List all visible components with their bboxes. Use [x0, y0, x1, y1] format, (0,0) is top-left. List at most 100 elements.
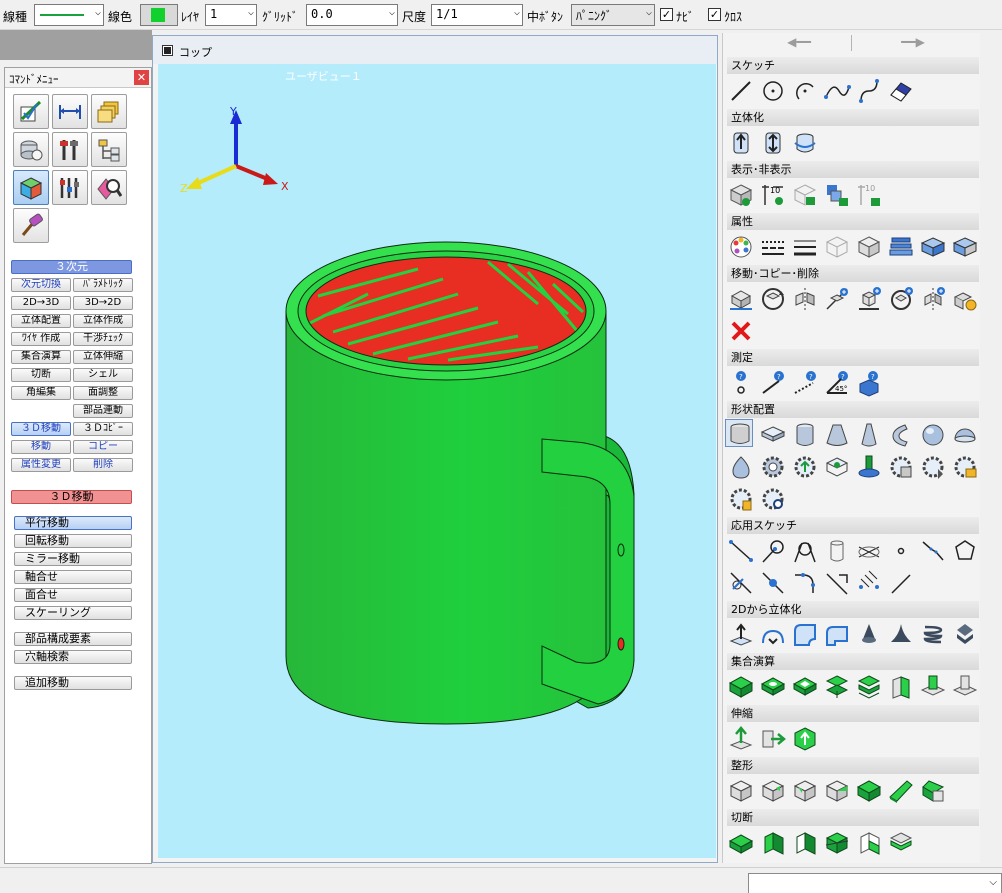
- nabi-checkbox[interactable]: ✓: [660, 8, 673, 21]
- cmd-3d-copy[interactable]: ３Ｄｺﾋﾟｰ: [73, 422, 133, 436]
- shape-slab-icon[interactable]: [887, 777, 915, 805]
- mirror-3d-icon[interactable]: [791, 285, 819, 313]
- adv-fillet-icon[interactable]: [791, 569, 819, 597]
- cmd-solid-stretch[interactable]: 立体伸縮: [73, 350, 133, 364]
- toolset-icon[interactable]: [52, 170, 88, 205]
- tools-icon[interactable]: [52, 132, 88, 167]
- hemisphere-shape-icon[interactable]: [951, 421, 979, 449]
- paint-roller-icon[interactable]: [13, 208, 49, 243]
- cut-slice-icon[interactable]: [887, 829, 915, 857]
- measure-volume-icon[interactable]: ?: [855, 369, 883, 397]
- face-align-icon[interactable]: [855, 285, 883, 313]
- cmd-face-adjust[interactable]: 面調整: [73, 386, 133, 400]
- cmd-solid-create[interactable]: 立体作成: [73, 314, 133, 328]
- adv-polygon-icon[interactable]: [951, 537, 979, 565]
- cmd-solid-place[interactable]: 立体配置: [11, 314, 71, 328]
- cmd-part-link[interactable]: 部品連動: [73, 404, 133, 418]
- shape-pocket-icon[interactable]: [919, 777, 947, 805]
- gear-green-icon[interactable]: [791, 453, 819, 481]
- cmd-cut[interactable]: 切断: [11, 368, 71, 382]
- cross-checkbox[interactable]: ✓: [708, 8, 721, 21]
- move-rotate[interactable]: 回転移動: [14, 534, 132, 548]
- delete-x-icon[interactable]: [727, 317, 755, 345]
- revolve-2d-icon[interactable]: [759, 621, 787, 649]
- arc-tool-icon[interactable]: [791, 77, 819, 105]
- revolve-icon[interactable]: [791, 129, 819, 157]
- stretch-side-icon[interactable]: [759, 725, 787, 753]
- boss-shape-icon[interactable]: [855, 453, 883, 481]
- section-3d-move-header[interactable]: ３Ｄ移動: [11, 490, 132, 504]
- grid-select[interactable]: 0.0 ⌵: [306, 4, 398, 26]
- extrude-both-icon[interactable]: [759, 129, 787, 157]
- solid-3d-icon[interactable]: [13, 170, 49, 205]
- eraser-icon[interactable]: [887, 77, 915, 105]
- torus-part-icon[interactable]: [887, 421, 915, 449]
- adv-intersect-icon[interactable]: [855, 537, 883, 565]
- move-parallel[interactable]: 平行移動: [14, 516, 132, 530]
- boolean-fillet-icon[interactable]: [919, 673, 947, 701]
- adv-cylinder-outline-icon[interactable]: [823, 537, 851, 565]
- axis-align-icon[interactable]: [823, 285, 851, 313]
- line-tool-icon[interactable]: [727, 77, 755, 105]
- cut-wire-icon[interactable]: [855, 829, 883, 857]
- cmd-boolean[interactable]: 集合演算: [11, 350, 71, 364]
- cut-outline-icon[interactable]: [791, 829, 819, 857]
- cylinder-tall-icon[interactable]: [791, 421, 819, 449]
- shape-face-green-icon[interactable]: [855, 777, 883, 805]
- line-type-icon[interactable]: [759, 233, 787, 261]
- measure-distance-icon[interactable]: ?: [791, 369, 819, 397]
- hole-shape-icon[interactable]: [823, 453, 851, 481]
- cmd-attribute-change[interactable]: 属性変更: [11, 458, 71, 472]
- cmd-interference-check[interactable]: 干渉ﾁｪｯｸ: [73, 332, 133, 346]
- circle-tool-icon[interactable]: [759, 77, 787, 105]
- 3d-viewport-canvas[interactable]: ユーザビュー１ Y X Z: [158, 64, 716, 858]
- move-scaling[interactable]: スケーリング: [14, 606, 132, 620]
- gear-search-icon[interactable]: [759, 485, 787, 513]
- line-weight-icon[interactable]: [791, 233, 819, 261]
- boolean-subtract-icon[interactable]: [759, 673, 787, 701]
- scale-select[interactable]: 1/1 ⌵: [431, 4, 523, 26]
- layers-tool-icon[interactable]: [91, 94, 127, 129]
- cut-plane-icon[interactable]: [727, 829, 755, 857]
- cmd-corner-edit[interactable]: 角編集: [11, 386, 71, 400]
- adv-point-icon[interactable]: [887, 537, 915, 565]
- gear-down-icon[interactable]: [919, 453, 947, 481]
- cone-2d-icon[interactable]: [855, 621, 883, 649]
- measure-point-icon[interactable]: ?: [727, 369, 755, 397]
- curve-tool-icon[interactable]: [823, 77, 851, 105]
- wireframe-icon[interactable]: [823, 233, 851, 261]
- cmd-shell[interactable]: シェル: [73, 368, 133, 382]
- move-mirror[interactable]: ミラー移動: [14, 552, 132, 566]
- dimension-tool-icon[interactable]: [52, 94, 88, 129]
- tree-structure-icon[interactable]: [91, 132, 127, 167]
- adv-split-icon[interactable]: [759, 569, 787, 597]
- gear-file-icon[interactable]: [727, 485, 755, 513]
- adv-line-icon[interactable]: [727, 537, 755, 565]
- mirror-copy-icon[interactable]: [919, 285, 947, 313]
- boolean-remove-icon[interactable]: [951, 673, 979, 701]
- section-3d-header[interactable]: ３次元: [11, 260, 132, 274]
- egg-shape-icon[interactable]: [727, 453, 755, 481]
- rotate-copy-icon[interactable]: [887, 285, 915, 313]
- spike-2d-icon[interactable]: [887, 621, 915, 649]
- cmd-move[interactable]: 移動: [11, 440, 71, 454]
- adv-chamfer-icon[interactable]: [823, 569, 851, 597]
- move-additional[interactable]: 追加移動: [14, 676, 132, 690]
- spring-2d-icon[interactable]: [919, 621, 947, 649]
- cmd-dimension-switch[interactable]: 次元切換: [11, 278, 71, 292]
- boolean-split-icon[interactable]: [887, 673, 915, 701]
- shape-fillet-icon[interactable]: [791, 777, 819, 805]
- inspect-icon[interactable]: [91, 170, 127, 205]
- cone-shape-icon[interactable]: [823, 421, 851, 449]
- boolean-stack-icon[interactable]: [823, 673, 851, 701]
- shape-box-icon[interactable]: [727, 777, 755, 805]
- adv-tangent-icon[interactable]: [759, 537, 787, 565]
- stack-2d-icon[interactable]: [951, 621, 979, 649]
- boolean-union-icon[interactable]: [727, 673, 755, 701]
- adv-diagonal-line-icon[interactable]: [887, 569, 915, 597]
- stretch-face-icon[interactable]: [791, 725, 819, 753]
- layer-select[interactable]: 1 ⌵: [205, 4, 257, 26]
- cut-block-icon[interactable]: [759, 829, 787, 857]
- move-face-align[interactable]: 面合せ: [14, 588, 132, 602]
- status-combobox[interactable]: ⌵: [748, 873, 1002, 893]
